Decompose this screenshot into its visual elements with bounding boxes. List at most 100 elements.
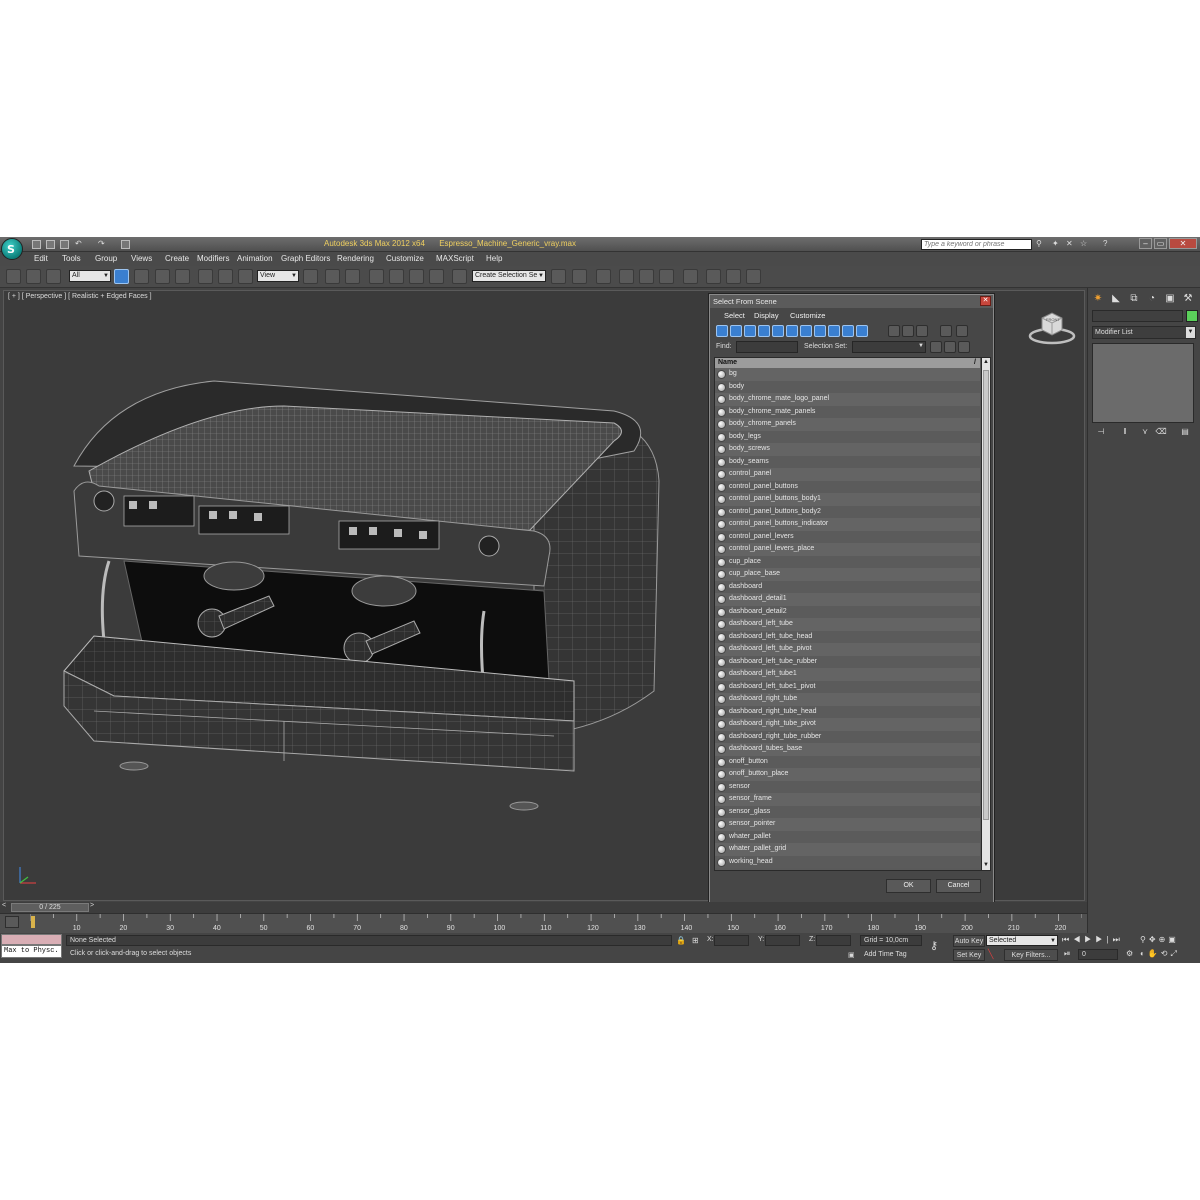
select-by-name-icon[interactable] — [134, 269, 149, 284]
menu-customize[interactable]: Customize — [386, 254, 424, 263]
coord-z-field[interactable] — [816, 935, 851, 946]
list-item[interactable]: control_panel_buttons — [715, 480, 980, 493]
pivot-center-icon[interactable] — [303, 269, 318, 284]
current-frame-marker[interactable] — [31, 916, 35, 928]
list-item[interactable]: control_panel_levers — [715, 530, 980, 543]
menu-edit[interactable]: Edit — [34, 254, 48, 263]
display-shapes-icon[interactable] — [730, 325, 742, 337]
time-slider-next[interactable]: > — [90, 902, 94, 909]
make-unique-icon[interactable]: ⋎ — [1138, 427, 1152, 439]
menu-modifiers[interactable]: Modifiers — [197, 254, 229, 263]
key-filters-button[interactable]: Key Filters... — [1004, 949, 1058, 961]
menu-create[interactable]: Create — [165, 254, 189, 263]
sync-selection-icon[interactable] — [956, 325, 968, 337]
cancel-button[interactable]: Cancel — [936, 879, 981, 893]
edit-selection-set-icon[interactable] — [944, 341, 956, 353]
utilities-tab-icon[interactable]: ⚒ — [1181, 292, 1195, 306]
viewport-navigation-controls[interactable]: ⚲✥⊕▣ — [1140, 935, 1179, 944]
auto-key-button[interactable]: Auto Key — [953, 935, 985, 947]
list-item[interactable]: dashboard_left_tube1_pivot — [715, 680, 980, 693]
menu-group[interactable]: Group — [95, 254, 117, 263]
viewcube-icon[interactable]: FRONT — [1027, 306, 1077, 346]
display-all-icon[interactable] — [888, 325, 900, 337]
list-item[interactable]: cup_place_base — [715, 568, 980, 581]
list-item[interactable]: control_panel_levers_place — [715, 543, 980, 556]
angle-snap-icon[interactable] — [389, 269, 404, 284]
select-and-move-icon[interactable] — [198, 269, 213, 284]
curve-editor-icon[interactable] — [639, 269, 654, 284]
display-none-icon[interactable] — [902, 325, 914, 337]
list-item[interactable]: dashboard_left_tube_pivot — [715, 643, 980, 656]
application-menu-button[interactable]: S — [1, 238, 23, 260]
display-spacewarps-icon[interactable] — [786, 325, 798, 337]
scrollbar-thumb[interactable] — [983, 370, 989, 820]
dialog-menu-display[interactable]: Display — [754, 311, 779, 320]
rendered-frame-window-icon[interactable] — [726, 269, 741, 284]
list-item[interactable]: onoff_button — [715, 755, 980, 768]
mirror-icon[interactable] — [551, 269, 566, 284]
render-production-icon[interactable] — [746, 269, 761, 284]
dialog-menu-select[interactable]: Select — [724, 311, 745, 320]
list-item[interactable]: dashboard_left_tube_rubber — [715, 655, 980, 668]
schematic-view-icon[interactable] — [659, 269, 674, 284]
percent-snap-icon[interactable] — [409, 269, 424, 284]
list-item[interactable]: cup_place — [715, 555, 980, 568]
reference-coordinate-dropdown[interactable]: View ▼ — [257, 270, 299, 282]
mini-curve-editor-icon[interactable] — [5, 916, 19, 928]
list-item[interactable]: dashboard_detail1 — [715, 593, 980, 606]
lock-selection-icon[interactable]: 🔒 — [676, 936, 686, 945]
playback-controls[interactable]: ⏮◀▶▶|⏭ — [1062, 935, 1124, 945]
key-mode-icon[interactable]: ⏯ — [1064, 949, 1070, 959]
subscription-icon[interactable]: ✦ — [1052, 240, 1060, 248]
object-color-swatch[interactable] — [1186, 310, 1198, 322]
window-crossing-icon[interactable] — [175, 269, 190, 284]
display-containers-icon[interactable] — [842, 325, 854, 337]
add-time-tag[interactable]: Add Time Tag — [864, 951, 907, 958]
list-item[interactable]: body_chrome_mate_panels — [715, 405, 980, 418]
time-tag-icon[interactable]: ▣ — [848, 951, 855, 959]
list-scrollbar[interactable]: ▲ ▼ — [981, 358, 990, 870]
menu-views[interactable]: Views — [131, 254, 152, 263]
pin-stack-icon[interactable]: ⊣ — [1094, 427, 1108, 439]
display-groups-icon[interactable] — [800, 325, 812, 337]
render-setup-icon[interactable] — [706, 269, 721, 284]
dialog-close-button[interactable]: ✕ — [980, 296, 991, 306]
select-object-icon[interactable] — [114, 269, 129, 284]
select-and-scale-icon[interactable] — [238, 269, 253, 284]
list-item[interactable]: dashboard_right_tube — [715, 693, 980, 706]
communication-icon[interactable]: ✕ — [1066, 240, 1074, 248]
dialog-menu-customize[interactable]: Customize — [790, 311, 825, 320]
set-key-icon[interactable]: ⚷ — [930, 939, 938, 952]
current-frame-field[interactable]: 0 — [1078, 949, 1118, 960]
selection-filter-dropdown[interactable]: All ▼ — [69, 270, 111, 282]
select-and-rotate-icon[interactable] — [218, 269, 233, 284]
display-bones-icon[interactable] — [828, 325, 840, 337]
show-end-result-icon[interactable]: ‖ — [1118, 427, 1132, 439]
configure-modifier-sets-icon[interactable]: ▤ — [1178, 427, 1192, 439]
keyboard-shortcut-icon[interactable] — [345, 269, 360, 284]
maxscript-listener[interactable]: Max to Physc. — [1, 934, 62, 960]
named-selection-set-dropdown[interactable]: Create Selection Se ▼ — [472, 270, 546, 282]
select-manipulate-icon[interactable] — [325, 269, 340, 284]
bind-space-warp-icon[interactable] — [46, 269, 61, 284]
list-item[interactable]: bg — [715, 368, 980, 381]
create-selection-set-icon[interactable] — [930, 341, 942, 353]
list-item[interactable]: control_panel — [715, 468, 980, 481]
menu-tools[interactable]: Tools — [62, 254, 81, 263]
close-window-button[interactable]: ✕ — [1169, 238, 1197, 249]
layer-manager-icon[interactable] — [596, 269, 611, 284]
motion-tab-icon[interactable]: ◔ — [1145, 292, 1159, 306]
list-item[interactable]: whater_pallet — [715, 830, 980, 843]
list-item[interactable]: dashboard_right_tube_rubber — [715, 730, 980, 743]
menu-graph-editors[interactable]: Graph Editors — [281, 254, 330, 263]
rectangular-selection-icon[interactable] — [155, 269, 170, 284]
display-geometry-icon[interactable] — [716, 325, 728, 337]
list-item[interactable]: dashboard — [715, 580, 980, 593]
display-cameras-icon[interactable] — [758, 325, 770, 337]
display-frozen-icon[interactable] — [856, 325, 868, 337]
help-icon[interactable]: ? — [1103, 240, 1111, 248]
time-slider-prev[interactable]: < — [2, 902, 6, 909]
display-xrefs-icon[interactable] — [814, 325, 826, 337]
find-input[interactable] — [736, 341, 798, 353]
modifier-list-dropdown[interactable]: Modifier List ▼ — [1092, 326, 1196, 339]
